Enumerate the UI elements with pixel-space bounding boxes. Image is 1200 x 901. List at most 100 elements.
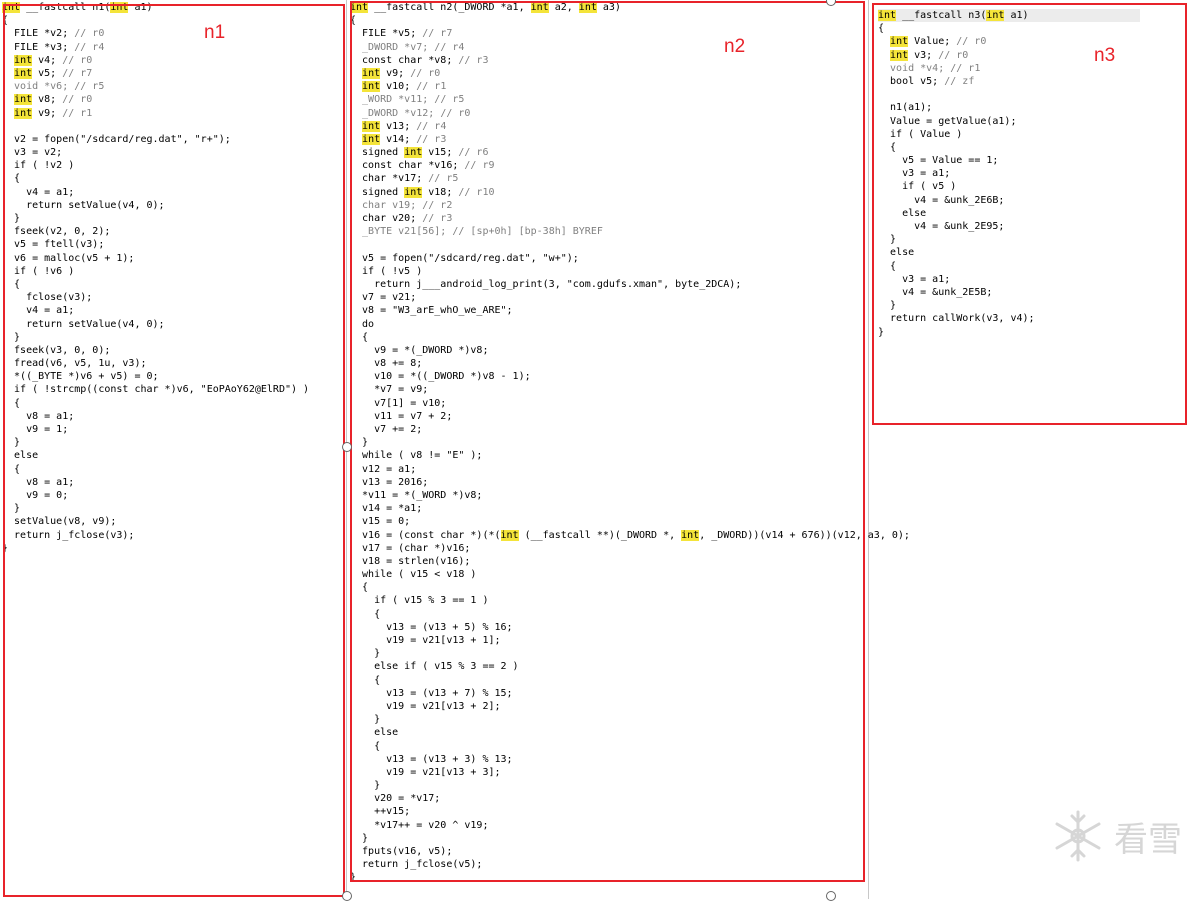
code-line: *v11 = *(_WORD *)v8; xyxy=(350,489,950,502)
comment-token: // r0 xyxy=(62,94,93,106)
resize-handle[interactable] xyxy=(342,891,352,901)
code-token: char v20; xyxy=(350,213,423,224)
code-token: } xyxy=(2,503,21,515)
code-line: *v17++ = v20 ^ v19; xyxy=(350,819,950,832)
code-line: } xyxy=(350,647,950,660)
code-token: return j___android_log_print(3, "com.gdu… xyxy=(350,278,742,290)
comment-token: // r5 xyxy=(428,173,459,185)
code-line: v5 = fopen("/sdcard/reg.dat", "w+"); xyxy=(350,252,950,265)
code-line: *v7 = v9; xyxy=(350,383,950,396)
keyword-highlight: int xyxy=(14,67,33,79)
code-line: FILE *v3; // r4 xyxy=(2,41,344,54)
code-line: while ( v15 < v18 ) xyxy=(350,568,950,581)
code-token: v7[1] = v10; xyxy=(350,397,447,409)
code-line: { xyxy=(350,14,950,27)
code-line: v17 = (char *)v16; xyxy=(350,542,950,555)
code-line: int v5; // r7 xyxy=(2,67,344,80)
code-token: v8; xyxy=(32,94,63,106)
code-token: { xyxy=(350,582,369,594)
code-line: { xyxy=(2,463,344,476)
code-token: v13 = (v13 + 3) % 13; xyxy=(350,753,513,765)
code-line: } xyxy=(350,871,950,884)
code-line: return setValue(v4, 0); xyxy=(2,318,344,331)
code-line: { xyxy=(2,278,344,291)
code-line: v5 = Value == 1; xyxy=(878,154,1140,167)
code-line: v4 = a1; xyxy=(2,304,344,317)
code-line: else xyxy=(878,246,1140,259)
code-line: *((_BYTE *)v6 + v5) = 0; xyxy=(2,370,344,383)
code-line: int v9; // r1 xyxy=(2,107,344,120)
resize-handle[interactable] xyxy=(826,891,836,901)
code-line: const char *v16; // r9 xyxy=(350,159,950,172)
code-line: v9 = 0; xyxy=(2,489,344,502)
comment-token: void *v6; xyxy=(2,81,75,93)
code-line: const char *v8; // r3 xyxy=(350,54,950,67)
code-line: v9 = 1; xyxy=(2,423,344,436)
code-line: signed int v18; // r10 xyxy=(350,186,950,199)
comment-token: _DWORD *v7; xyxy=(350,41,435,53)
code-line: fclose(v3); xyxy=(2,291,344,304)
code-token: , _DWORD))(v14 + 676))(v12, a3, 0); xyxy=(699,529,910,541)
code-line: } xyxy=(350,779,950,792)
code-line: _DWORD *v7; // r4 xyxy=(350,41,950,54)
code-line: v7 = v21; xyxy=(350,291,950,304)
code-token: { xyxy=(2,278,21,290)
code-line: return setValue(v4, 0); xyxy=(2,199,344,212)
code-token: } xyxy=(350,648,381,660)
code-token: } xyxy=(2,331,21,343)
code-pane-n2: int __fastcall n2(_DWORD *a1, int a2, in… xyxy=(350,1,950,891)
code-line: _DWORD *v12; // r0 xyxy=(350,107,950,120)
code-line: } xyxy=(2,542,344,555)
code-line: if ( !strcmp((const char *)v6, "EoPAoY62… xyxy=(2,383,344,396)
keyword-highlight: int xyxy=(404,186,423,198)
code-line: v5 = ftell(v3); xyxy=(2,238,344,251)
code-line: v3 = a1; xyxy=(878,273,1140,286)
code-token: return callWork(v3, v4); xyxy=(878,313,1035,325)
code-line: FILE *v2; // r0 xyxy=(2,27,344,40)
code-line: v4 = &unk_2E6B; xyxy=(878,194,1140,207)
code-token: v13; xyxy=(380,120,417,132)
code-line: { xyxy=(878,22,1140,35)
code-line: } xyxy=(350,832,950,845)
code-token: a2, xyxy=(548,2,579,13)
keyword-highlight: int xyxy=(681,529,700,541)
code-line: if ( !v5 ) xyxy=(350,265,950,278)
keyword-highlight: int xyxy=(890,49,909,61)
code-token: __fastcall n2(_DWORD *a1, xyxy=(368,2,531,13)
comment-token: // r1 xyxy=(950,62,981,74)
comment-token: // r3 xyxy=(416,133,447,145)
code-line: v13 = 2016; xyxy=(350,476,950,489)
keyword-highlight: int xyxy=(2,2,21,13)
code-token: v19 = v21[v13 + 2]; xyxy=(350,700,501,712)
keyword-highlight: int xyxy=(986,10,1005,21)
label-n3: n3 xyxy=(1094,45,1116,66)
code-token: v20 = *v17; xyxy=(350,793,441,805)
code-line: bool v5; // zf xyxy=(878,75,1140,88)
code-token: return j_fclose(v5); xyxy=(350,859,483,871)
code-line: do xyxy=(350,318,950,331)
code-token: v13 = 2016; xyxy=(350,476,429,488)
keyword-highlight: int xyxy=(362,81,381,93)
code-line: fseek(v2, 0, 2); xyxy=(2,225,344,238)
code-line: char *v17; // r5 xyxy=(350,172,950,185)
code-line: v8 += 8; xyxy=(350,357,950,370)
comment-token: // r5 xyxy=(74,81,105,93)
code-token: } xyxy=(350,714,381,726)
code-token: setValue(v8, v9); xyxy=(2,516,117,528)
keyword-highlight: int xyxy=(500,529,519,541)
code-line: v2 = fopen("/sdcard/reg.dat", "r+"); xyxy=(2,133,344,146)
code-line: v14 = *a1; xyxy=(350,502,950,515)
code-line: { xyxy=(878,260,1140,273)
comment-token: // zf xyxy=(944,75,975,87)
label-n2: n2 xyxy=(724,36,746,57)
code-token: do xyxy=(350,318,375,330)
code-token: else xyxy=(878,247,915,259)
code-line: else xyxy=(2,449,344,462)
code-line: } xyxy=(878,233,1140,246)
code-line: char v19; // r2 xyxy=(350,199,950,212)
resize-handle[interactable] xyxy=(342,442,352,452)
comment-token: // [sp+0h] [bp-38h] BYREF xyxy=(452,226,603,238)
